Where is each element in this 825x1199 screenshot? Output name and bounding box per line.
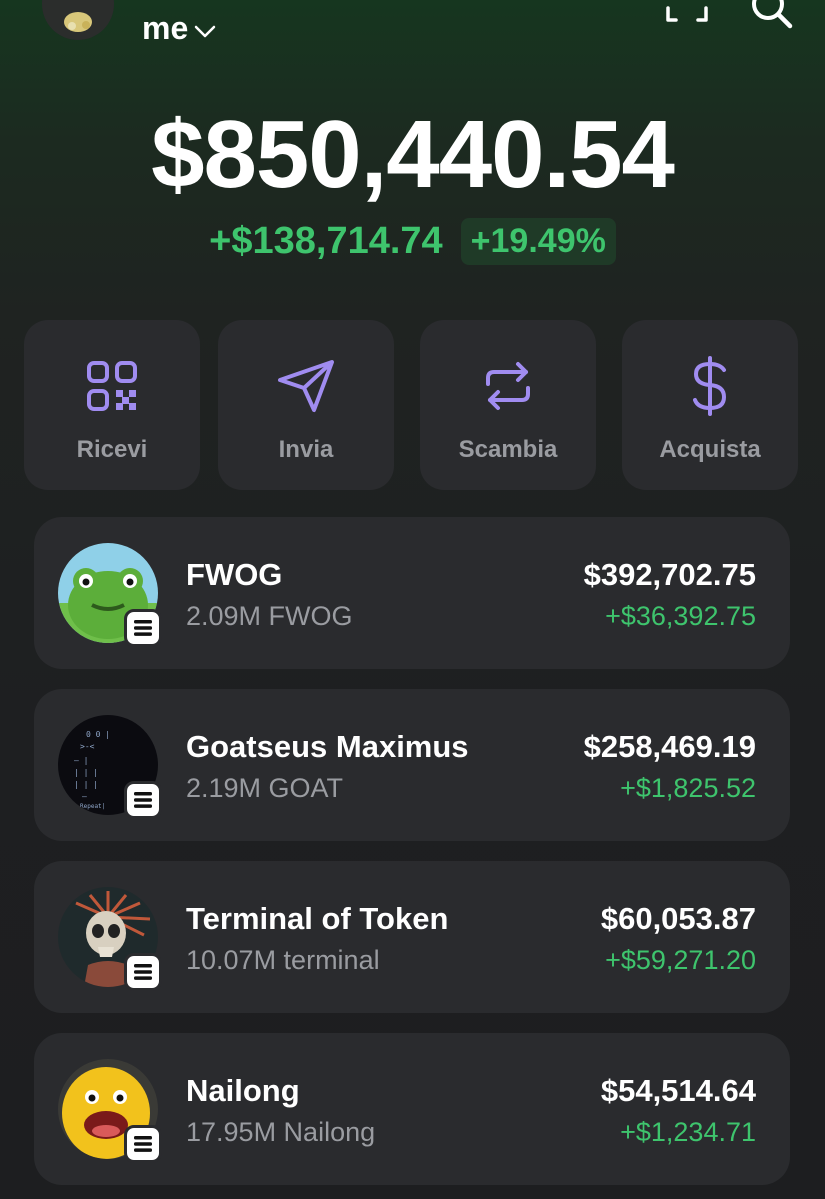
send-button[interactable]: Invia bbox=[218, 320, 394, 490]
solana-chain-icon bbox=[124, 1125, 162, 1163]
search-icon[interactable] bbox=[748, 0, 798, 37]
account-switcher[interactable]: me bbox=[142, 10, 216, 47]
action-buttons: Ricevi Invia Scambia Acquista bbox=[24, 320, 804, 490]
chevron-down-icon bbox=[194, 10, 216, 47]
change-percent-badge: +19.49% bbox=[460, 218, 616, 265]
svg-text:| | |: | | | bbox=[74, 780, 98, 789]
swap-icon bbox=[482, 356, 534, 416]
token-row-goat[interactable]: 0 0 | >-< — | | | | | | | — Repeat| Goat… bbox=[34, 689, 790, 841]
solana-chain-icon bbox=[124, 953, 162, 991]
change-amount: +$138,714.74 bbox=[209, 220, 443, 262]
token-name: Goatseus Maximus bbox=[186, 729, 469, 764]
token-name: Nailong bbox=[186, 1073, 300, 1108]
token-amount: 17.95M Nailong bbox=[186, 1117, 376, 1147]
token-value: $54,514.64 bbox=[600, 1073, 756, 1108]
svg-text:— |: — | bbox=[74, 756, 88, 765]
send-label: Invia bbox=[278, 436, 334, 463]
token-amount: 2.09M FWOG bbox=[186, 601, 353, 631]
token-change: +$1,825.52 bbox=[620, 773, 756, 803]
token-name: Terminal of Token bbox=[186, 901, 449, 936]
token-name: FWOG bbox=[186, 557, 283, 592]
goat-image-caption: Repeat| bbox=[80, 803, 105, 810]
receive-button[interactable]: Ricevi bbox=[24, 320, 200, 490]
token-row-terminal[interactable]: Terminal of Token 10.07M terminal $60,05… bbox=[34, 861, 790, 1013]
receive-label: Ricevi bbox=[76, 436, 148, 463]
svg-text:—: — bbox=[82, 792, 87, 801]
token-value: $60,053.87 bbox=[600, 901, 756, 936]
solana-chain-icon bbox=[124, 609, 162, 647]
token-value: $258,469.19 bbox=[583, 729, 756, 764]
svg-text:0 0 |: 0 0 | bbox=[86, 730, 110, 739]
token-row-nailong[interactable]: Nailong 17.95M Nailong $54,514.64 +$1,23… bbox=[34, 1033, 790, 1185]
portfolio-change: +$138,714.74 +19.49% bbox=[0, 218, 825, 265]
token-amount: 2.19M GOAT bbox=[186, 773, 344, 803]
buy-button[interactable]: Acquista bbox=[622, 320, 798, 490]
avatar[interactable] bbox=[42, 0, 114, 40]
solana-chain-icon bbox=[124, 781, 162, 819]
svg-text:>-<: >-< bbox=[80, 742, 95, 751]
buy-label: Acquista bbox=[659, 436, 761, 463]
account-name: me bbox=[142, 10, 189, 46]
token-amount: 10.07M terminal bbox=[186, 945, 380, 975]
send-icon bbox=[276, 356, 336, 416]
token-change: +$36,392.75 bbox=[605, 601, 756, 631]
dollar-icon bbox=[690, 356, 730, 416]
swap-button[interactable]: Scambia bbox=[420, 320, 596, 490]
swap-label: Scambia bbox=[458, 436, 558, 463]
portfolio-balance: $850,440.54 bbox=[151, 101, 675, 208]
token-change: +$59,271.20 bbox=[605, 945, 756, 975]
token-value: $392,702.75 bbox=[583, 557, 756, 592]
token-row-fwog[interactable]: FWOG 2.09M FWOG $392,702.75 +$36,392.75 bbox=[34, 517, 790, 669]
qr-code-icon bbox=[86, 356, 138, 416]
svg-text:| | |: | | | bbox=[74, 768, 98, 777]
token-change: +$1,234.71 bbox=[620, 1117, 756, 1147]
scan-icon[interactable] bbox=[664, 0, 710, 33]
top-bar: me bbox=[0, 0, 825, 70]
